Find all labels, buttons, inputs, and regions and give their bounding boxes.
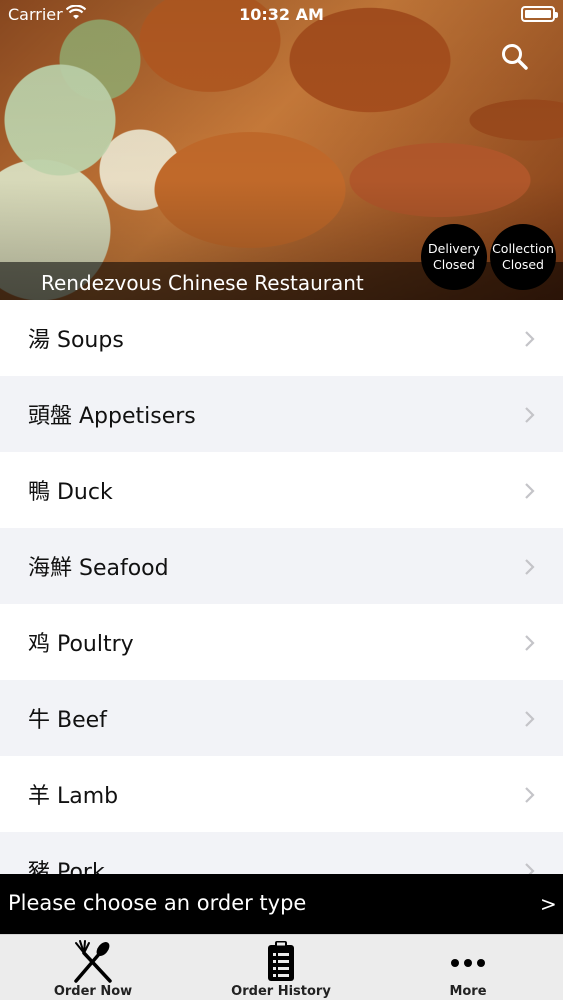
status-time: 10:32 AM (239, 5, 324, 24)
tab-more[interactable]: More (393, 935, 543, 1000)
delivery-badge-line1: Delivery (428, 241, 480, 256)
search-icon[interactable] (498, 40, 532, 74)
tab-order-now[interactable]: Order Now (18, 935, 168, 1000)
fork-knife-icon (74, 940, 112, 983)
chevron-right-icon (525, 787, 535, 803)
more-dots-icon (451, 959, 485, 967)
chevron-right-icon (525, 407, 535, 423)
order-type-message: Please choose an order type (8, 891, 307, 915)
chevron-right-icon (525, 863, 535, 874)
chevron-right-icon (525, 331, 535, 347)
menu-category-appetisers[interactable]: 頭盤 Appetisers (0, 376, 563, 452)
collection-status-badge[interactable]: Collection Closed (490, 224, 556, 290)
chevron-right-icon (525, 711, 535, 727)
status-bar: Carrier 10:32 AM (0, 0, 563, 28)
menu-category-label: 牛 Beef (28, 708, 107, 733)
battery-icon (521, 6, 558, 22)
menu-category-label: 頭盤 Appetisers (28, 404, 196, 429)
tab-label: Order Now (53, 984, 133, 999)
menu-category-poultry[interactable]: 鸡 Poultry (0, 604, 563, 680)
menu-category-seafood[interactable]: 海鮮 Seafood (0, 528, 563, 604)
menu-category-label: 羊 Lamb (28, 784, 119, 809)
menu-category-label: 鴨 Duck (28, 480, 113, 505)
clipboard-list-icon (268, 941, 294, 981)
tab-label: Order History (231, 984, 331, 999)
menu-category-label: 鸡 Poultry (28, 632, 134, 657)
order-type-bar[interactable]: Please choose an order type > (0, 874, 563, 934)
chevron-right-icon (525, 635, 535, 651)
tab-label: More (449, 984, 487, 999)
restaurant-name: Rendezvous Chinese Restaurant (41, 271, 364, 295)
menu-category-label: 湯 Soups (28, 328, 124, 353)
delivery-badge-line2: Closed (433, 257, 475, 272)
tab-order-history[interactable]: Order History (206, 935, 356, 1000)
tab-bar: Order Now Order History More (0, 934, 563, 1000)
menu-category-label: 豬 Pork (28, 860, 105, 874)
menu-category-soups[interactable]: 湯 Soups (0, 300, 563, 376)
collection-badge-line2: Closed (502, 257, 544, 272)
chevron-right-icon (525, 559, 535, 575)
menu-category-beef[interactable]: 牛 Beef (0, 680, 563, 756)
menu-category-list[interactable]: 湯 Soups 頭盤 Appetisers 鴨 Duck 海鮮 Seafood … (0, 300, 563, 874)
menu-category-pork[interactable]: 豬 Pork (0, 832, 563, 874)
menu-category-label: 海鮮 Seafood (28, 556, 169, 581)
order-type-arrow-icon: > (540, 892, 557, 916)
menu-category-duck[interactable]: 鴨 Duck (0, 452, 563, 528)
chevron-right-icon (525, 483, 535, 499)
menu-category-lamb[interactable]: 羊 Lamb (0, 756, 563, 832)
delivery-status-badge[interactable]: Delivery Closed (421, 224, 487, 290)
collection-badge-line1: Collection (492, 241, 554, 256)
